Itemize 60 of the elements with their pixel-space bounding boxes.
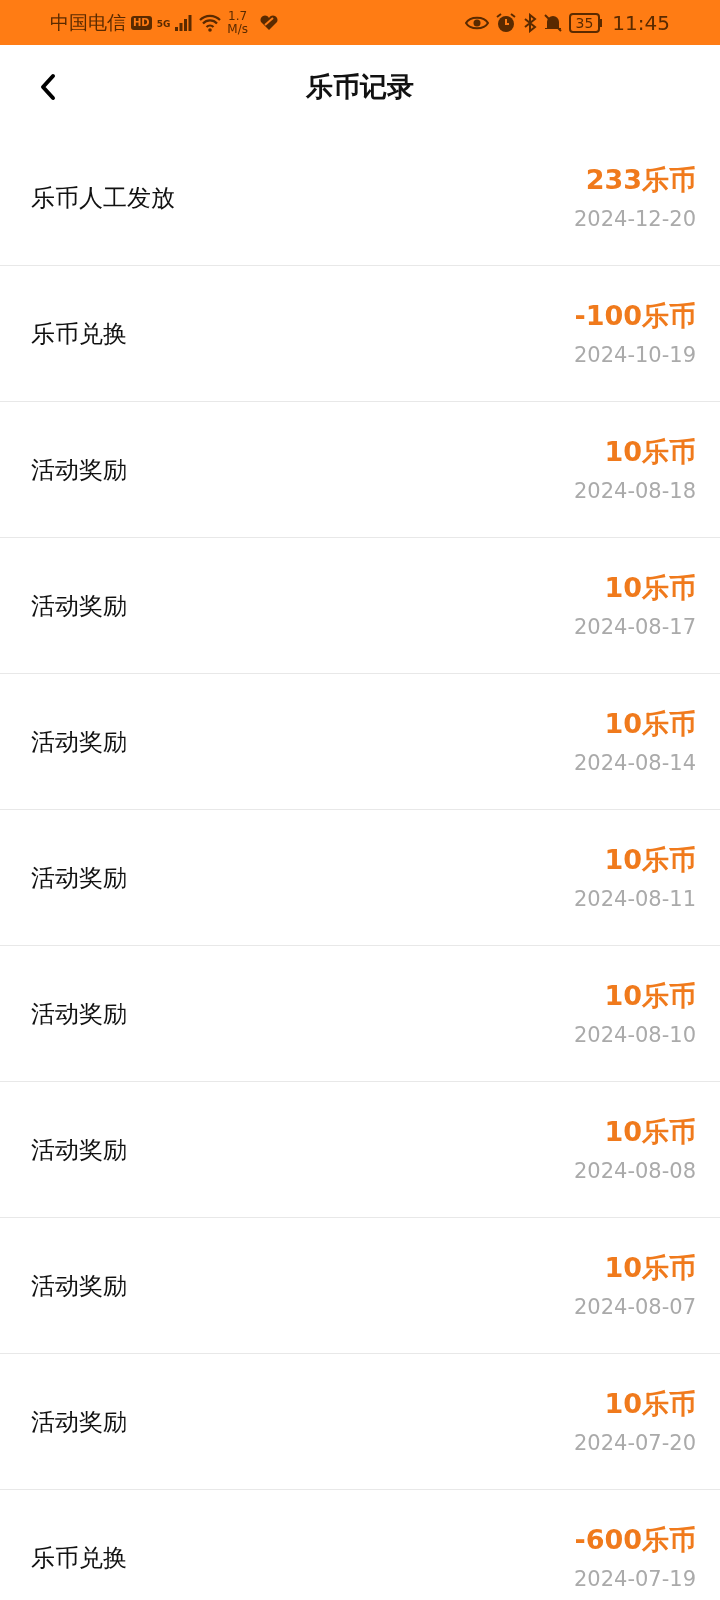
record-title: 乐币兑换	[31, 318, 127, 350]
record-title: 活动奖励	[31, 1406, 127, 1438]
eye-icon	[464, 14, 489, 31]
clock-time: 11:45	[612, 9, 670, 37]
record-date: 2024-08-08	[573, 1158, 696, 1185]
speed-value: 1.7	[228, 9, 248, 23]
record-amount: 10乐币	[604, 842, 696, 877]
record-amount: 10乐币	[604, 1114, 696, 1149]
record-date: 2024-12-20	[573, 206, 696, 233]
network-label: 5G	[156, 18, 171, 32]
record-title: 乐币兑换	[31, 1542, 127, 1574]
record-title: 乐币人工发放	[31, 182, 175, 214]
record-row[interactable]: 活动奖励 10乐币 2024-08-07	[0, 1218, 720, 1354]
record-amount: 10乐币	[604, 978, 696, 1013]
record-row[interactable]: 乐币兑换 -100乐币 2024-10-19	[0, 266, 720, 402]
record-title: 活动奖励	[31, 862, 127, 894]
record-date: 2024-08-10	[573, 1022, 696, 1049]
record-row[interactable]: 乐币人工发放 233乐币 2024-12-20	[0, 130, 720, 266]
muted-bell-icon	[542, 12, 563, 33]
record-title: 活动奖励	[31, 998, 127, 1030]
battery-indicator: 35	[568, 12, 601, 33]
record-amount: 10乐币	[604, 434, 696, 469]
hd-badge: HD	[131, 15, 152, 30]
record-amount: 10乐币	[604, 706, 696, 741]
record-title: 活动奖励	[31, 1270, 127, 1302]
record-row[interactable]: 活动奖励 10乐币 2024-08-11	[0, 810, 720, 946]
record-amount: -100乐币	[574, 298, 696, 333]
record-date: 2024-07-19	[573, 1566, 696, 1593]
record-date: 2024-08-11	[573, 886, 696, 913]
record-amount: 233乐币	[585, 162, 696, 197]
record-title: 活动奖励	[31, 1134, 127, 1166]
signal-icon	[175, 14, 194, 31]
record-row[interactable]: 乐币兑换 -600乐币 2024-07-19	[0, 1490, 720, 1600]
record-amount: 10乐币	[604, 1386, 696, 1421]
record-date: 2024-08-18	[573, 478, 696, 505]
back-icon	[40, 73, 56, 101]
bluetooth-icon	[522, 12, 537, 33]
record-date: 2024-08-14	[573, 750, 696, 777]
carrier-label: 中国电信	[50, 10, 126, 36]
record-title: 活动奖励	[31, 454, 127, 486]
record-date: 2024-08-07	[573, 1294, 696, 1321]
record-row[interactable]: 活动奖励 10乐币 2024-08-17	[0, 538, 720, 674]
record-title: 活动奖励	[31, 590, 127, 622]
speed-unit: M/s	[227, 22, 248, 36]
record-amount: -600乐币	[574, 1522, 696, 1557]
record-row[interactable]: 活动奖励 10乐币 2024-08-18	[0, 402, 720, 538]
page-title: 乐币记录	[306, 70, 414, 105]
record-row[interactable]: 活动奖励 10乐币 2024-08-10	[0, 946, 720, 1082]
record-amount: 10乐币	[604, 1250, 696, 1285]
record-row[interactable]: 活动奖励 10乐币 2024-08-14	[0, 674, 720, 810]
heart-icon	[259, 14, 279, 31]
record-date: 2024-07-20	[573, 1430, 696, 1457]
record-row[interactable]: 活动奖励 10乐币 2024-07-20	[0, 1354, 720, 1490]
record-date: 2024-08-17	[573, 614, 696, 641]
record-amount: 10乐币	[604, 570, 696, 605]
wifi-icon	[198, 13, 223, 32]
record-row[interactable]: 活动奖励 10乐币 2024-08-08	[0, 1082, 720, 1218]
record-title: 活动奖励	[31, 726, 127, 758]
record-date: 2024-10-19	[573, 342, 696, 369]
alarm-icon	[494, 11, 517, 34]
